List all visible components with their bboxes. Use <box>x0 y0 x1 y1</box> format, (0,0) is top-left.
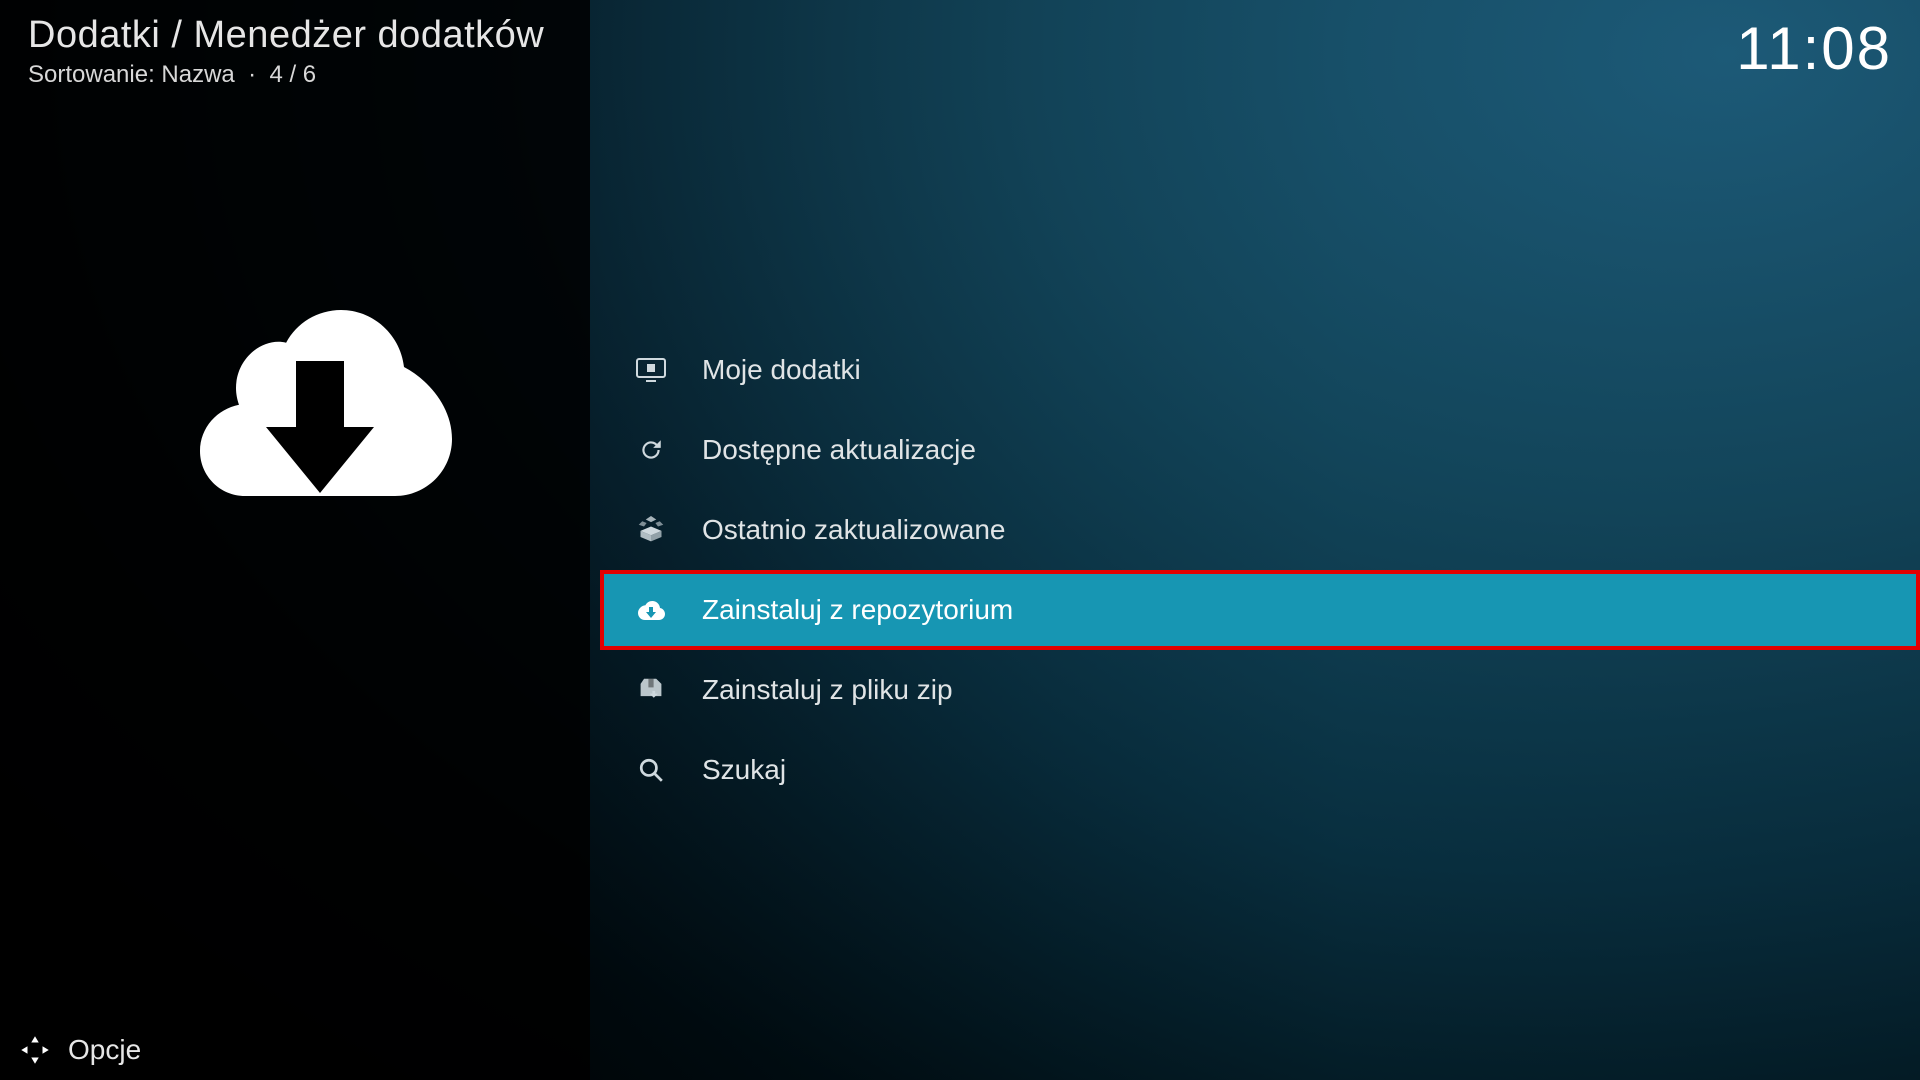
package-down-icon <box>628 677 674 703</box>
search-icon <box>628 757 674 783</box>
list-item-label: Ostatnio zaktualizowane <box>702 514 1006 546</box>
header: Dodatki / Menedżer dodatków Sortowanie: … <box>28 14 1892 89</box>
cloud-down-icon <box>628 598 674 622</box>
list-item-install-from-zip[interactable]: Zainstaluj z pliku zip <box>600 650 1920 730</box>
breadcrumb: Dodatki / Menedżer dodatków <box>28 14 1892 57</box>
dot-separator: · <box>241 61 262 88</box>
list-item-label: Moje dodatki <box>702 354 861 386</box>
list-item-search[interactable]: Szukaj <box>600 730 1920 810</box>
refresh-icon <box>628 437 674 463</box>
list-item-install-from-repo[interactable]: Zainstaluj z repozytorium <box>600 570 1920 650</box>
list-item-label: Szukaj <box>702 754 786 786</box>
sort-info: Sortowanie: Nazwa · 4 / 6 <box>28 61 1892 89</box>
options-button[interactable]: Opcje <box>0 1034 141 1066</box>
clock: 11:08 <box>1736 14 1892 83</box>
list-item-my-addons[interactable]: Moje dodatki <box>600 330 1920 410</box>
list-item-recently-updated[interactable]: Ostatnio zaktualizowane <box>600 490 1920 570</box>
cloud-download-art-icon <box>170 235 470 535</box>
dpad-icon <box>20 1035 50 1065</box>
list-item-label: Zainstaluj z repozytorium <box>702 594 1013 626</box>
list-item-label: Zainstaluj z pliku zip <box>702 674 953 706</box>
open-box-icon <box>628 516 674 544</box>
list-position: 4 / 6 <box>269 61 316 88</box>
side-panel <box>0 0 590 1080</box>
sort-label: Sortowanie: Nazwa <box>28 61 235 88</box>
list-item-label: Dostępne aktualizacje <box>702 434 976 466</box>
addon-browser-list: Moje dodatki Dostępne aktualizacje <box>600 330 1920 810</box>
options-label: Opcje <box>68 1034 141 1066</box>
screen-box-icon <box>628 358 674 382</box>
list-item-available-updates[interactable]: Dostępne aktualizacje <box>600 410 1920 490</box>
